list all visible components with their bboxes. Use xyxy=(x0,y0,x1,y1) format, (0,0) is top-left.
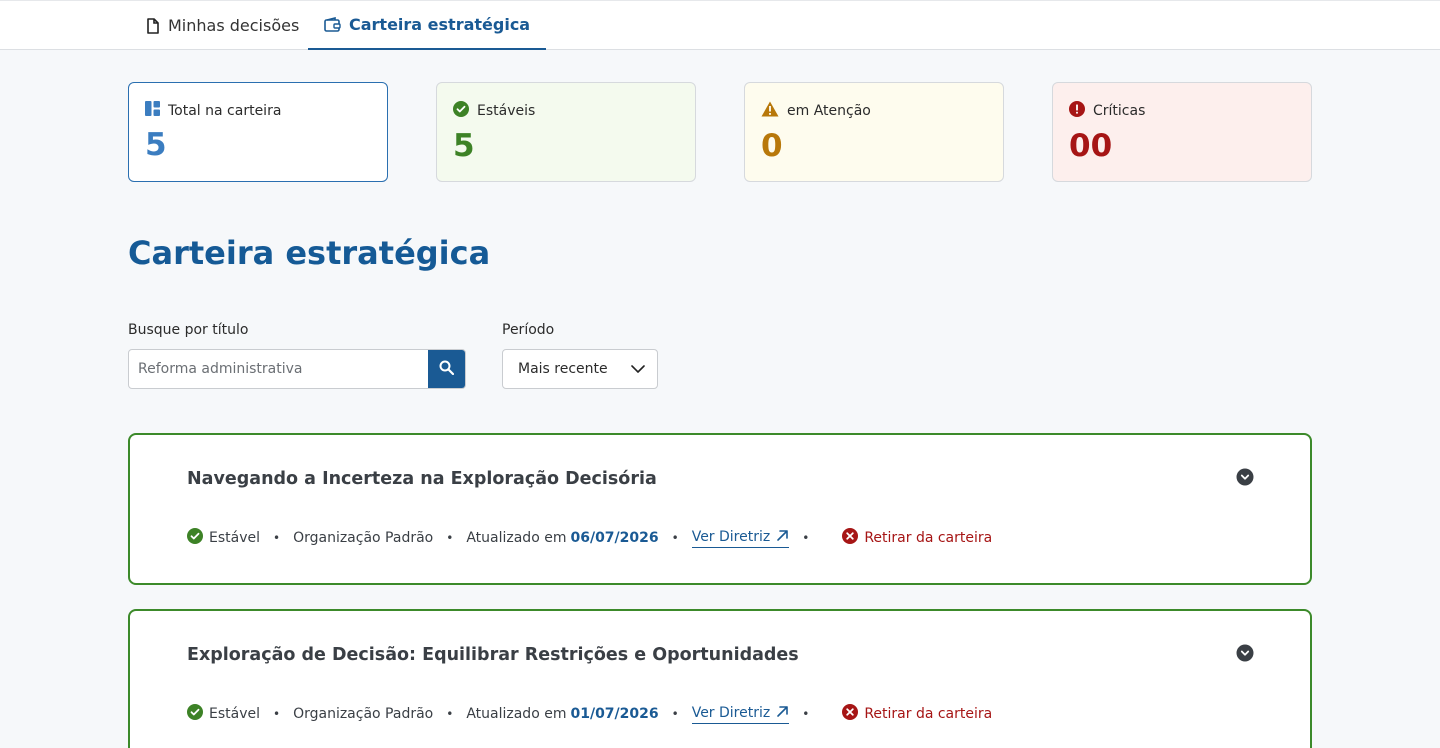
decision-card: Exploração de Decisão: Equilibrar Restri… xyxy=(128,609,1312,748)
link-label: Ver Diretriz xyxy=(691,705,771,721)
tab-label: Carteira estratégica xyxy=(349,15,531,34)
search-icon xyxy=(439,360,455,379)
updated-date: 06/07/2026 xyxy=(570,530,659,546)
stat-label: Críticas xyxy=(1093,103,1146,119)
check-circle-icon xyxy=(187,704,203,724)
view-guideline-link[interactable]: Ver Diretriz xyxy=(691,705,790,724)
organization: Organização Padrão xyxy=(293,706,434,722)
stat-label: Estáveis xyxy=(477,103,536,119)
period-label: Período xyxy=(502,322,555,338)
status-label: Estável xyxy=(209,530,260,546)
search-input[interactable] xyxy=(129,350,429,388)
remove-from-portfolio-button[interactable]: Retirar da carteira xyxy=(842,528,992,548)
decision-title: Navegando a Incerteza na Exploração Deci… xyxy=(187,469,657,489)
separator: • xyxy=(802,707,810,721)
stat-value: 00 xyxy=(1069,128,1113,164)
remove-label: Retirar da carteira xyxy=(864,530,993,546)
updated-label: Atualizado em xyxy=(466,530,567,546)
dashboard-icon xyxy=(145,101,160,120)
chevron-down-icon xyxy=(631,361,645,377)
tab-carteira-estrategica[interactable]: Carteira estratégica xyxy=(308,1,547,50)
separator: • xyxy=(671,531,679,545)
separator: • xyxy=(446,531,454,545)
top-tab-bar: Minhas decisões Carteira estratégica xyxy=(0,0,1440,50)
document-icon xyxy=(146,17,160,34)
search-label: Busque por título xyxy=(128,322,249,338)
stat-card-stable: Estáveis 5 xyxy=(436,82,696,182)
stat-value: 5 xyxy=(453,128,475,164)
decision-card: Navegando a Incerteza na Exploração Deci… xyxy=(128,433,1312,585)
separator: • xyxy=(446,707,454,721)
view-guideline-link[interactable]: Ver Diretriz xyxy=(691,529,790,548)
tab-label: Minhas decisões xyxy=(168,16,300,35)
period-selected-value: Mais recente xyxy=(518,361,608,377)
stat-label: em Atenção xyxy=(787,103,871,119)
check-circle-icon xyxy=(453,101,469,121)
separator: • xyxy=(802,531,810,545)
updated-label: Atualizado em xyxy=(466,706,567,722)
wallet-icon xyxy=(324,17,341,32)
page-title: Carteira estratégica xyxy=(128,234,491,272)
warning-triangle-icon xyxy=(761,101,779,121)
separator: • xyxy=(273,707,281,721)
status-badge: Estável xyxy=(187,704,260,724)
close-circle-icon xyxy=(842,528,859,548)
status-badge: Estável xyxy=(187,528,260,548)
stat-label: Total na carteira xyxy=(168,102,282,119)
separator: • xyxy=(671,707,679,721)
decision-meta: Estável • Organização Padrão • Atualizad… xyxy=(187,526,992,550)
external-arrow-icon xyxy=(776,705,789,722)
stat-card-critical: Críticas 00 xyxy=(1052,82,1312,182)
error-circle-icon xyxy=(1069,101,1085,121)
organization: Organização Padrão xyxy=(293,530,434,546)
search-button[interactable] xyxy=(428,350,465,388)
stat-value: 0 xyxy=(761,128,783,164)
close-circle-icon xyxy=(842,704,859,724)
stat-card-total: Total na carteira 5 xyxy=(128,82,388,182)
link-label: Ver Diretriz xyxy=(691,529,771,545)
stat-card-attention: em Atenção 0 xyxy=(744,82,1004,182)
chevron-down-circle-icon[interactable] xyxy=(1236,468,1254,486)
remove-label: Retirar da carteira xyxy=(864,706,993,722)
chevron-down-circle-icon[interactable] xyxy=(1236,644,1254,662)
search-box xyxy=(128,349,466,389)
tab-minhas-decisoes[interactable]: Minhas decisões xyxy=(130,1,315,50)
updated-date: 01/07/2026 xyxy=(570,706,659,722)
external-arrow-icon xyxy=(776,529,789,546)
separator: • xyxy=(273,531,281,545)
check-circle-icon xyxy=(187,528,203,548)
stat-value: 5 xyxy=(145,127,167,163)
status-label: Estável xyxy=(209,706,260,722)
decision-meta: Estável • Organização Padrão • Atualizad… xyxy=(187,702,992,726)
remove-from-portfolio-button[interactable]: Retirar da carteira xyxy=(842,704,992,724)
period-select[interactable]: Mais recente xyxy=(502,349,658,389)
decision-title: Exploração de Decisão: Equilibrar Restri… xyxy=(187,645,799,665)
